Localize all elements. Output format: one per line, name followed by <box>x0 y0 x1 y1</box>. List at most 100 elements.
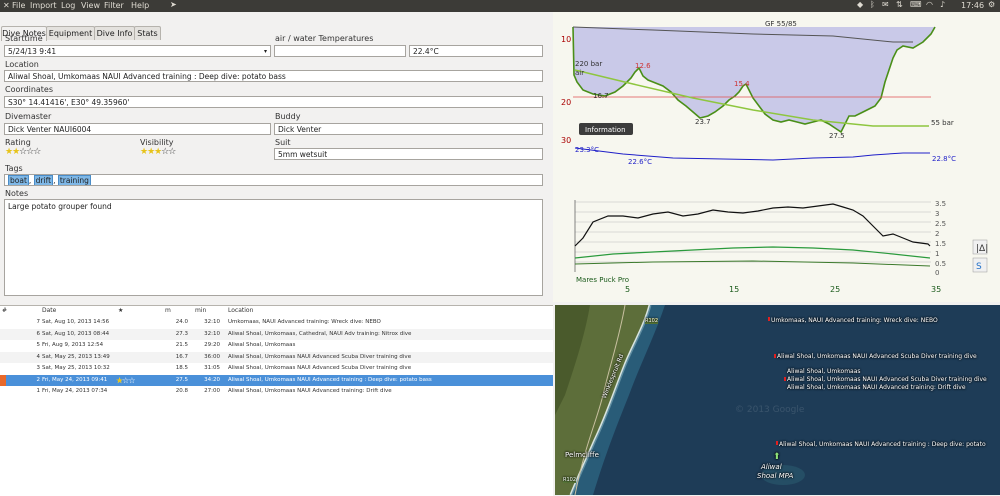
cell-location: Aliwal Shoal, Umkomaas NAUI Advanced tra… <box>228 376 432 383</box>
location-field[interactable]: Aliwal Shoal, Umkomaas NAUI Advanced tra… <box>4 70 543 82</box>
network-icon[interactable]: ⇅ <box>896 0 903 12</box>
menu-view[interactable]: View <box>81 1 100 10</box>
map-marker-label[interactable]: Aliwal Shoal, Umkomaas NAUI Advanced tra… <box>779 441 986 448</box>
visibility-stars[interactable]: ★★★☆☆ <box>140 147 176 157</box>
rating-stars[interactable]: ★★☆☆☆ <box>5 147 41 157</box>
tag-chip[interactable]: boat <box>8 175 29 185</box>
menu-filter[interactable]: Filter <box>104 1 124 10</box>
divemaster-field[interactable]: Dick Venter NAUI6004 <box>4 123 271 135</box>
menu-help[interactable]: Help <box>131 1 149 10</box>
coordinates-field[interactable]: S30° 14.41416', E30° 49.35960' <box>4 96 543 108</box>
table-row[interactable]: 3 Sat, May 25, 2013 10:32 18.5 31:05 Aliwal … <box>0 363 553 374</box>
cell-depth: 16.7 <box>175 353 188 360</box>
map-pin-icon[interactable] <box>776 441 778 445</box>
map-watermark: © 2013 Google <box>735 405 805 415</box>
map-marker-label[interactable]: Umkomaas, NAUI Advanced training: Wreck … <box>771 317 938 324</box>
tags-field[interactable]: boat, drift, training <box>4 174 543 186</box>
menu-log[interactable]: Log <box>61 1 75 10</box>
map-road-shield: R102 <box>645 318 659 324</box>
axis-tick: 1 <box>935 250 939 258</box>
dropbox-icon[interactable]: ◆ <box>857 0 863 12</box>
temp-start-label: 23.3°C <box>575 146 599 154</box>
cell-date: Sat, May 25, 2013 13:49 <box>42 353 110 360</box>
cell-date: Sat, May 25, 2013 10:32 <box>42 365 110 371</box>
tag-chip[interactable]: drift <box>33 175 54 185</box>
map-marker-label[interactable]: Aliwal Shoal, Umkomaas <box>787 368 861 375</box>
mouse-cursor-icon: ➤ <box>170 0 177 9</box>
tab-stats[interactable]: Stats <box>134 26 161 40</box>
wifi-icon[interactable]: ◠ <box>926 0 933 12</box>
column-header-number[interactable]: # <box>2 306 7 316</box>
table-row[interactable]: 5 Fri, Aug 9, 2013 12:54 21.5 29:20 Aliwal S… <box>0 340 553 351</box>
table-row[interactable]: 1 Fri, May 24, 2013 07:34 20.8 27:00 Aliwal … <box>0 386 553 397</box>
settings-gear-icon[interactable]: ⚙ <box>988 0 995 12</box>
suit-field[interactable]: 5mm wetsuit <box>274 148 543 160</box>
cell-duration: 32:10 <box>204 330 220 337</box>
end-pressure-label: 55 bar <box>931 119 954 127</box>
column-header-depth[interactable]: m <box>165 306 171 316</box>
dive-profile-chart[interactable]: 10 20 30 GF 55/85 220 bar air 55 bar 16.… <box>553 12 1000 302</box>
cell-rating-stars[interactable]: ★ ★ ☆☆☆ <box>116 375 135 386</box>
rating-label: Rating <box>5 138 31 147</box>
water-temp-field[interactable]: 22.4°C <box>409 45 543 57</box>
map-marker-label[interactable]: Aliwal Shoal, Umkomaas NAUI Advanced tra… <box>787 384 966 391</box>
dive-profile-panel: 10 20 30 GF 55/85 220 bar air 55 bar 16.… <box>553 12 1000 302</box>
depth-marker: 15.4 <box>734 80 750 88</box>
table-row[interactable]: 4 Sat, May 25, 2013 13:49 16.7 36:00 Aliwal … <box>0 351 553 363</box>
mail-icon[interactable]: ✉ <box>882 0 889 12</box>
map-marker-label[interactable]: Aliwal Shoal, Umkomaas NAUI Advanced Scu… <box>787 376 987 383</box>
information-button[interactable]: Information <box>585 126 626 134</box>
dive-map[interactable]: Umkomaas, NAUI Advanced training: Wreck … <box>555 305 1000 495</box>
cell-depth: 20.8 <box>175 388 188 394</box>
cell-number: 4 <box>36 353 41 360</box>
map-pin-icon[interactable] <box>774 354 776 358</box>
column-header-rating[interactable]: ★ <box>118 306 123 316</box>
map-pin-icon[interactable] <box>768 317 770 321</box>
map-pin-icon[interactable] <box>784 377 786 381</box>
air-temp-field[interactable] <box>274 45 406 57</box>
map-marker-label[interactable]: Aliwal Shoal, Umkomaas NAUI Advanced Scu… <box>777 353 977 360</box>
table-row[interactable]: 7 Sat, Aug 10, 2013 14:56 24.0 32:10 Umkomaa… <box>0 317 553 328</box>
table-row[interactable]: 6 Sat, Aug 10, 2013 08:44 27.3 32:10 Aliwal … <box>0 328 553 340</box>
buddy-field[interactable]: Dick Venter <box>274 123 543 135</box>
temperatures-label: air / water Temperatures <box>275 34 374 43</box>
buddy-label: Buddy <box>275 112 301 121</box>
depth-marker: 23.7 <box>695 118 711 126</box>
depth-tick: 30 <box>561 136 571 145</box>
reserve-icon: ⬆ <box>773 452 781 462</box>
keyboard-icon[interactable]: ⌨ <box>910 0 922 12</box>
menu-import[interactable]: Import <box>30 1 57 10</box>
tank-pressure-icon[interactable]: S <box>976 262 982 272</box>
volume-icon[interactable]: ♪ <box>940 0 945 12</box>
chevron-down-icon[interactable]: ▾ <box>264 46 267 56</box>
cell-number: 6 <box>36 330 41 337</box>
divemaster-label: Divemaster <box>5 112 52 121</box>
reserve-label-2: Shoal MPA <box>757 472 794 480</box>
map-place-label: Pelmcliffe <box>565 451 599 459</box>
cell-duration: 32:10 <box>204 319 220 325</box>
column-header-location[interactable]: Location <box>228 306 253 316</box>
ruler-icon[interactable]: |Δ| <box>976 244 988 254</box>
tag-chip[interactable]: training <box>57 175 91 185</box>
ppn2-line <box>574 246 931 259</box>
axis-tick: 1.5 <box>935 240 946 248</box>
tab-equipment[interactable]: Equipment <box>46 26 95 40</box>
cell-location: Aliwal Shoal, Umkomaas NAUI Advanced Scu… <box>228 365 412 371</box>
time-tick: 35 <box>931 285 941 294</box>
starttime-field[interactable]: 5/24/13 9:41 ▾ <box>4 45 271 57</box>
column-header-duration[interactable]: min <box>195 306 206 316</box>
app-close-icon[interactable]: ✕ <box>3 1 10 10</box>
bluetooth-icon[interactable]: ᛒ <box>870 0 875 12</box>
column-header-date[interactable]: Date <box>42 306 56 316</box>
cell-depth: 27.3 <box>175 330 188 337</box>
cell-duration: 27:00 <box>204 388 220 394</box>
cell-location: Umkomaas, NAUI Advanced training: Wreck … <box>228 319 381 325</box>
cell-number: 5 <box>36 342 41 348</box>
starttime-label: Starttime <box>5 34 43 43</box>
table-row[interactable]: 2 Fri, May 24, 2013 09:41 27.5 34:20 Aliwal … <box>0 374 553 386</box>
cell-depth: 27.5 <box>175 376 188 383</box>
menu-file[interactable]: File <box>12 1 25 10</box>
notes-textarea[interactable]: Large potato grouper found <box>4 199 543 296</box>
cell-location: Aliwal Shoal, Umkomaas NAUI Advanced tra… <box>228 388 392 394</box>
tab-dive-info[interactable]: Dive Info <box>94 26 135 40</box>
